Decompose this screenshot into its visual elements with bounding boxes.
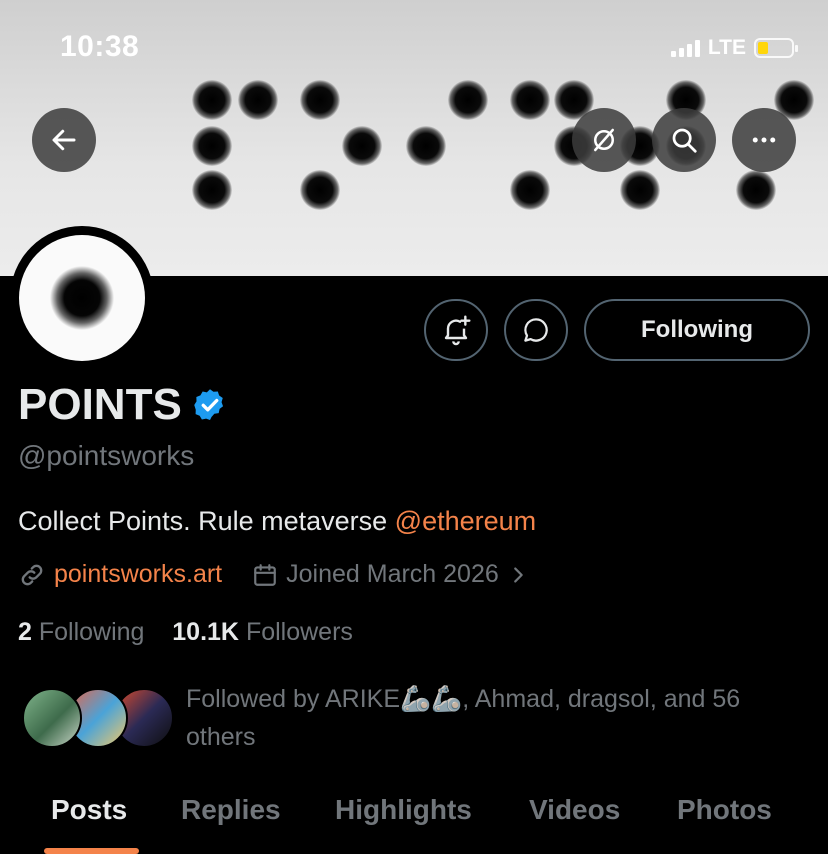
active-tab-indicator: [44, 848, 139, 854]
banner-dot: [342, 126, 382, 166]
bio-mention-link[interactable]: @ethereum: [395, 506, 536, 536]
banner-dot: [192, 170, 232, 210]
profile-bio: Collect Points. Rule metaverse @ethereum: [18, 506, 536, 537]
banner-dot: [406, 126, 446, 166]
notifications-button[interactable]: [424, 299, 488, 361]
joined-date[interactable]: Joined March 2026: [286, 560, 499, 589]
signal-icon: [670, 39, 700, 57]
avatar-image: [19, 235, 145, 361]
profile-name-row: POINTS: [18, 380, 228, 430]
bio-text: Collect Points. Rule metaverse: [18, 506, 395, 536]
following-count: 2: [18, 618, 32, 646]
more-button[interactable]: [732, 108, 796, 172]
chevron-right-icon[interactable]: [507, 564, 529, 586]
arrow-left-icon: [52, 129, 76, 151]
profile-tabs: Posts Replies Highlights Videos Photos: [0, 780, 828, 854]
bell-plus-icon: [444, 315, 471, 346]
followers-count-link[interactable]: 10.1K Followers: [172, 618, 353, 646]
profile-meta: pointsworks.art Joined March 2026: [18, 560, 529, 589]
tab-highlights[interactable]: Highlights: [335, 794, 472, 826]
followed-by-avatars[interactable]: [22, 688, 174, 752]
following-button[interactable]: Following: [584, 299, 810, 361]
status-time: 10:38: [60, 30, 140, 63]
banner-dot: [192, 126, 232, 166]
profile-avatar[interactable]: [10, 226, 154, 370]
hide-media-button[interactable]: [572, 108, 636, 172]
calendar-icon: [254, 563, 276, 586]
banner-dot: [192, 80, 232, 120]
banner-dot: [300, 80, 340, 120]
profile-name: POINTS: [18, 380, 182, 429]
network-label: LTE: [707, 36, 746, 59]
battery-icon: [754, 38, 798, 58]
website-link[interactable]: pointsworks.art: [54, 560, 222, 589]
message-icon: [524, 318, 548, 342]
tab-photos[interactable]: Photos: [677, 794, 772, 826]
tab-videos[interactable]: Videos: [529, 794, 620, 826]
followers-label: Followers: [245, 618, 353, 646]
followed-by-text[interactable]: Followed by ARIKE🦾🦾, Ahmad, dragsol, and…: [186, 680, 806, 756]
profile-handle: @pointsworks: [18, 440, 195, 471]
banner-dot: [510, 80, 550, 120]
banner-dot: [238, 80, 278, 120]
search-icon: [672, 128, 697, 153]
banner-dot: [510, 170, 550, 210]
banner-dot: [300, 170, 340, 210]
link-icon: [21, 564, 43, 585]
back-button[interactable]: [32, 108, 96, 172]
search-button[interactable]: [652, 108, 716, 172]
follower-avatar: [22, 688, 82, 748]
hide-media-icon: [594, 128, 614, 152]
banner-dot: [736, 170, 776, 210]
tab-posts[interactable]: Posts: [51, 794, 127, 826]
banner-dot: [620, 170, 660, 210]
followers-count: 10.1K: [172, 618, 239, 646]
message-button[interactable]: [504, 299, 568, 361]
banner-dot: [448, 80, 488, 120]
more-icon: [752, 137, 776, 143]
follow-counts: 2 Following 10.1K Followers: [18, 618, 353, 647]
tab-replies[interactable]: Replies: [181, 794, 281, 826]
verified-badge-icon[interactable]: [192, 387, 228, 423]
following-count-link[interactable]: 2 Following: [18, 618, 144, 646]
status-indicators: LTE: [670, 36, 798, 60]
following-label: Following: [38, 618, 145, 646]
